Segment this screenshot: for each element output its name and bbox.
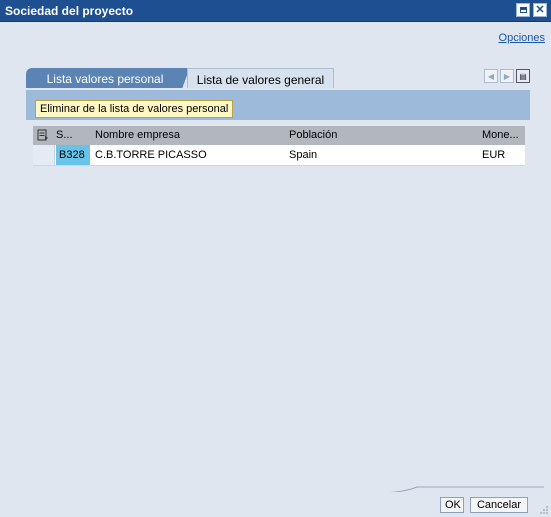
ok-button[interactable]: OK xyxy=(440,497,464,513)
tab-scroll-buttons: ◀ ▶ ▤ xyxy=(484,69,530,83)
footer-bar xyxy=(0,492,551,517)
table-settings-icon[interactable] xyxy=(37,129,49,141)
window-title: Sociedad del proyecto xyxy=(5,4,134,18)
cell-currency[interactable]: EUR xyxy=(482,149,505,161)
table-header: S... Nombre empresa Población Mone... xyxy=(33,126,525,145)
tab-list-icon[interactable]: ▤ xyxy=(516,69,530,83)
column-header-company-name[interactable]: Nombre empresa xyxy=(95,129,180,141)
table-row[interactable]: B328 C.B.TORRE PICASSO Spain EUR xyxy=(33,145,525,166)
title-bar: Sociedad del proyecto ✕ xyxy=(0,0,551,22)
tab-general-values[interactable]: Lista de valores general xyxy=(187,68,334,88)
column-header-currency[interactable]: Mone... xyxy=(482,129,519,141)
cell-population[interactable]: Spain xyxy=(289,149,317,161)
close-icon[interactable]: ✕ xyxy=(533,3,547,17)
resize-grip-icon[interactable] xyxy=(539,505,549,515)
row-selector[interactable] xyxy=(33,145,55,165)
cancel-button[interactable]: Cancelar xyxy=(470,497,528,513)
cell-company-name[interactable]: C.B.TORRE PICASSO xyxy=(95,149,207,161)
scroll-left-icon[interactable]: ◀ xyxy=(484,69,498,83)
cell-key[interactable]: B328 xyxy=(56,145,90,165)
values-table: S... Nombre empresa Población Mone... B3… xyxy=(33,126,525,166)
tab-personal-values[interactable]: Lista valores personal xyxy=(26,68,184,88)
delete-from-personal-list-button[interactable]: Eliminar de la lista de valores personal xyxy=(35,100,234,118)
options-link[interactable]: Opciones xyxy=(499,32,545,44)
scroll-right-icon[interactable]: ▶ xyxy=(500,69,514,83)
maximize-icon[interactable] xyxy=(516,3,530,17)
column-header-key[interactable]: S... xyxy=(56,129,73,141)
tab-bar: Lista valores personal Lista de valores … xyxy=(26,68,530,90)
column-header-population[interactable]: Población xyxy=(289,129,337,141)
